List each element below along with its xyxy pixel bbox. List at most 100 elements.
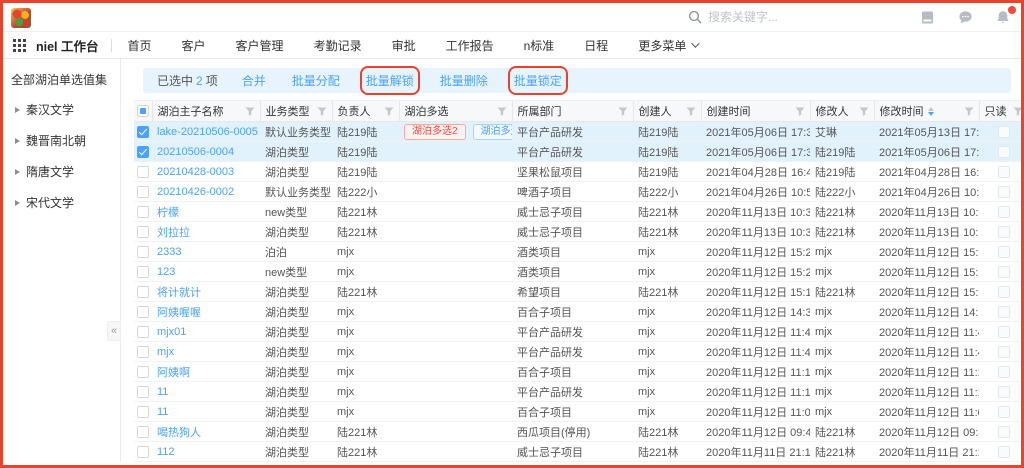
column-header[interactable]: 创建时间: [701, 101, 810, 122]
lake-name-link[interactable]: mjx: [157, 346, 174, 358]
row-checkbox[interactable]: [137, 226, 149, 238]
sidebar-tree-item[interactable]: 魏晋南北朝: [15, 132, 112, 149]
filter-icon[interactable]: [791, 107, 805, 116]
readonly-checkbox[interactable]: [998, 206, 1010, 218]
nav-item[interactable]: 客户: [182, 37, 206, 54]
nav-item[interactable]: 客户管理: [236, 37, 284, 54]
table-row[interactable]: 123 new类型 mjx 酒类项目 mjx 2020年11月12日 15:25…: [134, 262, 1021, 282]
lake-name-link[interactable]: 刘拉拉: [157, 227, 190, 239]
readonly-checkbox[interactable]: [998, 346, 1010, 358]
caret-right-icon[interactable]: [15, 107, 20, 113]
filter-icon[interactable]: [380, 107, 394, 116]
row-checkbox[interactable]: [137, 166, 149, 178]
readonly-checkbox[interactable]: [998, 286, 1010, 298]
readonly-checkbox[interactable]: [998, 326, 1010, 338]
readonly-checkbox[interactable]: [998, 406, 1010, 418]
readonly-checkbox[interactable]: [998, 266, 1010, 278]
nav-item[interactable]: 审批: [392, 37, 416, 54]
row-checkbox[interactable]: [137, 186, 149, 198]
lake-name-link[interactable]: 20210506-0004: [157, 146, 234, 158]
readonly-checkbox[interactable]: [998, 126, 1010, 138]
column-header[interactable]: 湖泊主子名称: [152, 101, 260, 122]
lake-name-link[interactable]: 123: [157, 266, 175, 278]
column-header[interactable]: 湖泊多选: [399, 101, 512, 122]
apps-grid-icon[interactable]: [13, 39, 26, 52]
sidebar-tree-item[interactable]: 宋代文学: [15, 194, 112, 211]
readonly-checkbox[interactable]: [998, 426, 1010, 438]
row-checkbox[interactable]: [137, 306, 149, 318]
row-checkbox[interactable]: [137, 246, 149, 258]
row-checkbox[interactable]: [137, 446, 149, 458]
table-row[interactable]: mjx01 湖泊类型 mjx 平台产品研发 mjx 2020年11月12日 11…: [134, 322, 1021, 342]
lake-name-link[interactable]: 将计就计: [157, 287, 201, 299]
table-row[interactable]: 柠檬 new类型 陆221林 威士忌子项目 陆221林 2020年11月13日 …: [134, 202, 1021, 222]
column-header[interactable]: 修改时间: [874, 101, 979, 122]
lake-name-link[interactable]: 阿姨喔喔: [157, 307, 201, 319]
select-all-checkbox[interactable]: [137, 105, 149, 117]
readonly-checkbox[interactable]: [998, 166, 1010, 178]
chat-icon[interactable]: [958, 10, 973, 25]
app-logo[interactable]: [11, 8, 31, 28]
column-header[interactable]: 创建人: [633, 101, 701, 122]
lake-name-link[interactable]: 20210426-0002: [157, 186, 234, 198]
lake-name-link[interactable]: 20210428-0003: [157, 166, 234, 178]
nav-item[interactable]: 工作报告: [446, 37, 494, 54]
table-row[interactable]: 将计就计 湖泊类型 陆221林 希望项目 陆221林 2020年11月12日 1…: [134, 282, 1021, 302]
table-row[interactable]: mjx 湖泊类型 mjx 平台产品研发 mjx 2020年11月12日 11:4…: [134, 342, 1021, 362]
filter-icon[interactable]: [960, 107, 974, 116]
lake-name-link[interactable]: lake-20210506-0005: [157, 126, 258, 138]
bulk-action-button[interactable]: 批量分配: [292, 72, 340, 89]
nav-item[interactable]: 考勤记录: [314, 37, 362, 54]
table-row[interactable]: 2333 泊泊 mjx 酒类项目 mjx 2020年11月12日 15:25 m…: [134, 242, 1021, 262]
filter-icon[interactable]: [1009, 107, 1021, 116]
caret-right-icon[interactable]: [15, 169, 20, 175]
table-row[interactable]: 20210426-0002 默认业务类型 陆222小 啤酒子项目 陆222小 2…: [134, 182, 1021, 202]
lake-name-link[interactable]: 11: [157, 386, 168, 398]
search-input[interactable]: [708, 10, 800, 24]
filter-icon[interactable]: [241, 107, 255, 116]
row-checkbox[interactable]: [137, 206, 149, 218]
caret-right-icon[interactable]: [15, 200, 20, 206]
lake-name-link[interactable]: mjx01: [157, 326, 186, 338]
readonly-checkbox[interactable]: [998, 226, 1010, 238]
row-checkbox[interactable]: [137, 286, 149, 298]
readonly-checkbox[interactable]: [998, 386, 1010, 398]
sort-icon[interactable]: [928, 107, 934, 116]
filter-icon[interactable]: [855, 107, 869, 116]
column-header[interactable]: 只读: [979, 101, 1021, 122]
filter-icon[interactable]: [682, 107, 696, 116]
lake-name-link[interactable]: 11: [157, 406, 168, 418]
lake-name-link[interactable]: 阿姨啊: [157, 367, 190, 379]
column-header[interactable]: 修改人: [810, 101, 874, 122]
table-row[interactable]: lake-20210506-0005 默认业务类型 陆219陆 湖泊多选2湖泊多…: [134, 122, 1021, 142]
table-row[interactable]: 阿姨啊 湖泊类型 mjx 百合子项目 mjx 2020年11月12日 11:16…: [134, 362, 1021, 382]
sidebar-tree-item[interactable]: 秦汉文学: [15, 101, 112, 118]
row-checkbox[interactable]: [137, 366, 149, 378]
filter-icon[interactable]: [313, 107, 327, 116]
bulk-action-button[interactable]: 批量锁定: [514, 72, 562, 89]
table-row[interactable]: 11 湖泊类型 mjx 百合子项目 mjx 2020年11月12日 11:04 …: [134, 402, 1021, 422]
column-header[interactable]: 业务类型: [260, 101, 332, 122]
lake-name-link[interactable]: 柠檬: [157, 207, 179, 219]
column-header[interactable]: 所属部门: [512, 101, 633, 122]
table-row[interactable]: 11 湖泊类型 mjx 平台产品研发 mjx 2020年11月12日 11:11…: [134, 382, 1021, 402]
row-checkbox[interactable]: [137, 346, 149, 358]
table-row[interactable]: 112 湖泊类型 陆221林 威士忌子项目 陆221林 2020年11月11日 …: [134, 442, 1021, 462]
nav-item[interactable]: n标准: [524, 37, 555, 54]
bell-icon[interactable]: [996, 10, 1011, 25]
table-row[interactable]: 喝热狗人 湖泊类型 陆221林 西瓜项目(停用) 陆221林 2020年11月1…: [134, 422, 1021, 442]
readonly-checkbox[interactable]: [998, 186, 1010, 198]
readonly-checkbox[interactable]: [998, 306, 1010, 318]
readonly-checkbox[interactable]: [998, 366, 1010, 378]
table-row[interactable]: 20210506-0004 湖泊类型 陆219陆 平台产品研发 陆219陆 20…: [134, 142, 1021, 162]
workspace-title[interactable]: niel 工作台: [36, 36, 99, 55]
bulk-action-button[interactable]: 批量解锁: [366, 72, 414, 89]
lake-name-link[interactable]: 112: [157, 446, 175, 458]
filter-icon[interactable]: [614, 107, 628, 116]
table-row[interactable]: 刘拉拉 湖泊类型 陆221林 威士忌子项目 陆221林 2020年11月13日 …: [134, 222, 1021, 242]
row-checkbox[interactable]: [137, 146, 149, 158]
sidebar-tree-item[interactable]: 隋唐文学: [15, 163, 112, 180]
global-search[interactable]: [688, 10, 800, 24]
row-checkbox[interactable]: [137, 326, 149, 338]
row-checkbox[interactable]: [137, 126, 149, 138]
